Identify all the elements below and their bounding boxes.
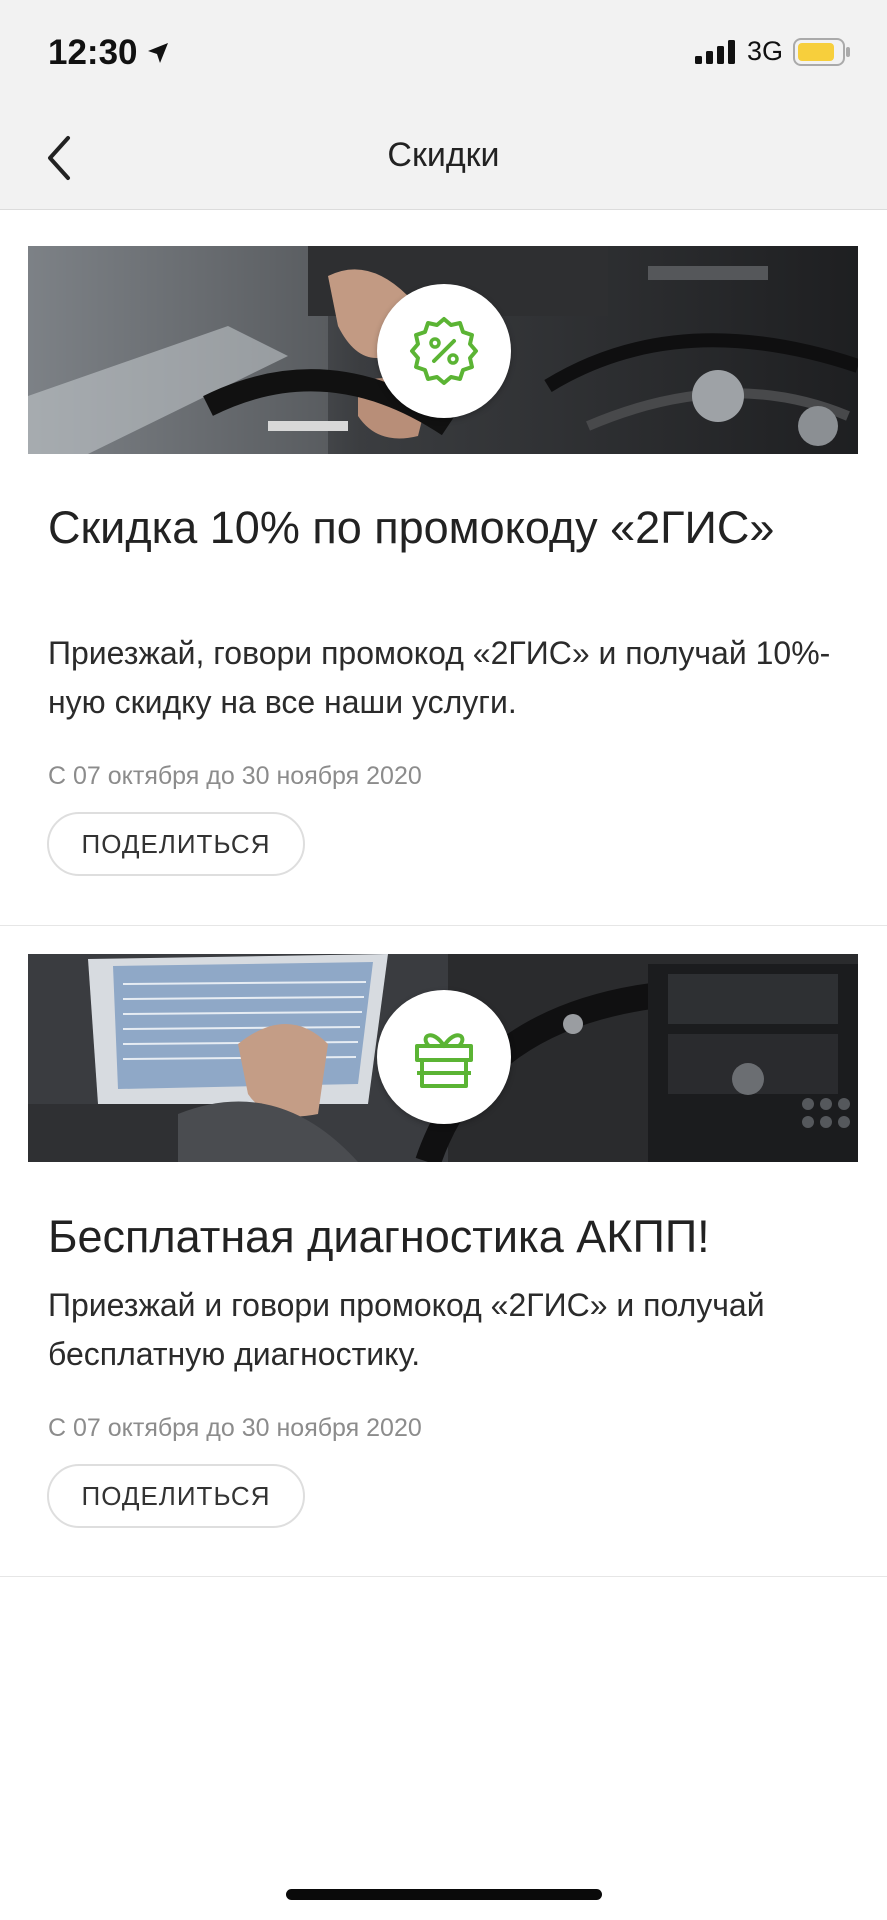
nav-bar: Скидки [0,106,887,210]
discount-badge [377,284,511,418]
offer-description: Приезжай и говори промокод «2ГИС» и полу… [48,1287,765,1372]
home-indicator[interactable] [286,1889,602,1900]
status-time: 12:30 [48,33,170,73]
gift-icon [415,1033,473,1088]
offer-date: С 07 октября до 30 ноября 2020 [48,1414,422,1442]
share-button[interactable]: ПОДЕЛИТЬСЯ [47,1464,305,1528]
page-title: Скидки [387,136,500,174]
offer-description: Приезжай, говори промокод «2ГИС» и получ… [48,635,831,720]
gift-badge [377,990,511,1124]
offer-title: Скидка 10% по промокоду «2ГИС» [48,502,775,553]
battery-icon [793,37,850,66]
offer-title: Бесплатная диагностика АКПП! [48,1211,710,1262]
percent-badge-icon [410,317,478,385]
network-type: 3G [746,36,783,66]
location-arrow-icon [147,43,168,63]
offer-card: Скидка 10% по промокоду «2ГИС» Приезжай,… [0,209,887,926]
offer-date: С 07 октября до 30 ноября 2020 [48,762,422,790]
offer-card: Бесплатная диагностика АКПП! Приезжай и … [0,925,887,1577]
signal-icon [694,39,735,64]
status-bar: 12:30 3G [0,0,887,106]
share-button[interactable]: ПОДЕЛИТЬСЯ [47,812,305,876]
